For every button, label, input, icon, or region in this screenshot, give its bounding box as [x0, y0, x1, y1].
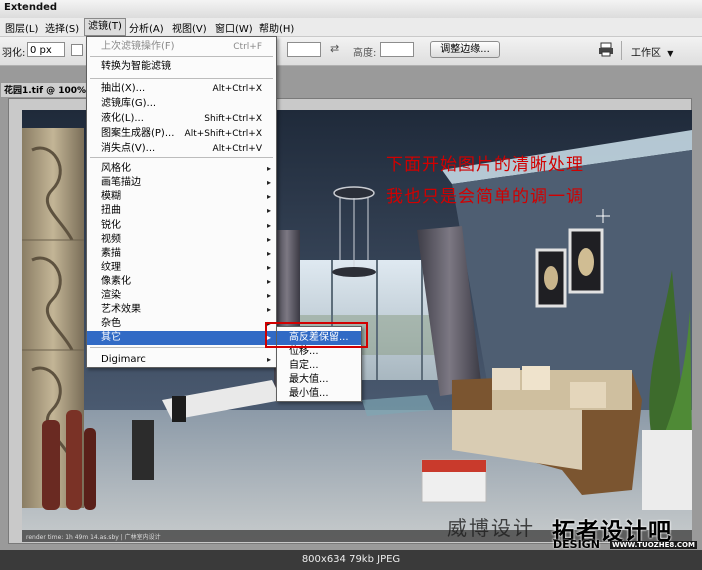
- menu-bar: 图层(L) 选择(S) 滤镜(T) 分析(A) 视图(V) 窗口(W) 帮助(H…: [0, 18, 702, 37]
- menu-separator: [90, 157, 273, 158]
- render-caption: render time: 1h 49m 14.as.sby | 广林室内设计: [26, 533, 161, 541]
- other-submenu-item[interactable]: 最大值...: [277, 373, 361, 387]
- filter-menu-item[interactable]: 扭曲 ▸: [87, 204, 276, 218]
- filter-menu-item[interactable]: 风格化 ▸: [87, 162, 276, 176]
- menu-item-label: 画笔描边: [101, 177, 141, 188]
- submenu-arrow-icon: ▸: [266, 249, 271, 258]
- menu-item-label: 杂色: [101, 318, 121, 329]
- menu-item-label: 抽出(X)...: [101, 83, 146, 94]
- filter-menu-item[interactable]: 图案生成器(P)... Alt+Shift+Ctrl+X: [87, 127, 276, 141]
- menu-item-label: 上次滤镜操作(F): [101, 41, 175, 52]
- swap-icon[interactable]: ⇄: [330, 42, 339, 55]
- menu-filter[interactable]: 滤镜(T): [84, 18, 126, 36]
- menu-help[interactable]: 帮助(H): [256, 20, 297, 35]
- chevron-down-icon: ▼: [667, 49, 674, 58]
- menu-item-shortcut: Alt+Ctrl+X: [212, 84, 262, 94]
- document-title: 花园1.tif @ 100%: [4, 86, 87, 96]
- image-info-text: 800x634 79kb JPEG: [301, 554, 401, 565]
- submenu-arrow-icon: ▸: [266, 206, 271, 215]
- submenu-arrow-icon: ▸: [266, 263, 271, 272]
- menu-item-label: 风格化: [101, 163, 131, 174]
- menu-item-label: 像素化: [101, 276, 131, 287]
- menu-item-label: 液化(L)...: [101, 113, 144, 124]
- submenu-arrow-icon: ▸: [266, 305, 271, 314]
- feather-label: 羽化:: [2, 48, 26, 59]
- printer-icon[interactable]: [598, 42, 614, 57]
- submenu-arrow-icon: ▸: [266, 164, 271, 173]
- menu-item-shortcut: Alt+Ctrl+V: [212, 144, 262, 154]
- filter-menu-item[interactable]: Digimarc ▸: [87, 353, 276, 367]
- menu-item-label: Digimarc: [101, 354, 146, 365]
- menu-item-label: 图案生成器(P)...: [101, 128, 175, 139]
- submenu-arrow-icon: ▸: [266, 235, 271, 244]
- menu-item-label: 渲染: [101, 290, 121, 301]
- menu-item-label: 模糊: [101, 191, 121, 202]
- menu-item-shortcut: Ctrl+F: [233, 42, 262, 52]
- other-submenu-item[interactable]: 自定...: [277, 359, 361, 373]
- menu-item-label: 艺术效果: [101, 304, 141, 315]
- annotation-line-1: 下面开始图片的清晰处理: [386, 155, 584, 175]
- refine-edge-button[interactable]: 调整边缘...: [430, 41, 500, 58]
- menu-item-label: 其它: [101, 332, 121, 343]
- other-submenu-item[interactable]: 最小值...: [277, 387, 361, 401]
- menu-item-label: 转换为智能滤镜: [101, 61, 171, 72]
- submenu-arrow-icon: ▸: [266, 277, 271, 286]
- menu-item-label: 素描: [101, 248, 121, 259]
- submenu-arrow-icon: ▸: [266, 192, 271, 201]
- menu-analysis[interactable]: 分析(A): [126, 20, 167, 35]
- menu-separator: [90, 78, 273, 79]
- filter-menu-item[interactable]: 艺术效果 ▸: [87, 303, 276, 317]
- filter-menu-item[interactable]: 滤镜库(G)...: [87, 97, 276, 111]
- annotation-highlight-box: [265, 322, 368, 348]
- menu-item-label: 扭曲: [101, 205, 121, 216]
- menu-select[interactable]: 选择(S): [42, 20, 82, 35]
- filter-menu-item[interactable]: 纹理 ▸: [87, 261, 276, 275]
- filter-menu-item[interactable]: 抽出(X)... Alt+Ctrl+X: [87, 82, 276, 96]
- title-bar: Extended: [0, 0, 702, 19]
- signature-watermark: 威博设计: [447, 516, 535, 540]
- menu-item-label: 锐化: [101, 220, 121, 231]
- filter-menu-item[interactable]: 转换为智能滤镜: [87, 60, 276, 74]
- window-title: Extended: [4, 2, 58, 13]
- filter-menu: 上次滤镜操作(F) Ctrl+F 转换为智能滤镜 抽出(X)... Alt+Ctrl+X…: [86, 36, 277, 368]
- menu-item-shortcut: Shift+Ctrl+X: [204, 114, 262, 124]
- filter-menu-item[interactable]: 像素化 ▸: [87, 275, 276, 289]
- submenu-arrow-icon: ▸: [266, 221, 271, 230]
- menu-window[interactable]: 窗口(W): [212, 20, 256, 35]
- image-info-bar: 800x634 79kb JPEG: [0, 550, 702, 570]
- feather-input[interactable]: 0 px: [27, 42, 65, 57]
- filter-menu-item[interactable]: 其它 ▸: [87, 331, 276, 345]
- submenu-arrow-icon: ▸: [266, 178, 271, 187]
- height-label: 高度:: [353, 48, 377, 59]
- filter-menu-item[interactable]: 视频 ▸: [87, 233, 276, 247]
- menu-item-label: 纹理: [101, 262, 121, 273]
- height-input[interactable]: [380, 42, 414, 57]
- workspace-label: 工作区: [631, 48, 661, 59]
- antialias-checkbox[interactable]: [71, 44, 83, 56]
- menu-separator: [90, 56, 273, 57]
- width-input[interactable]: [287, 42, 321, 57]
- filter-menu-item[interactable]: 素描 ▸: [87, 247, 276, 261]
- submenu-arrow-icon: ▸: [266, 291, 271, 300]
- menu-item-shortcut: Alt+Shift+Ctrl+X: [184, 129, 262, 139]
- menu-item-label: 滤镜库(G)...: [101, 98, 157, 109]
- url-watermark: WWW.TUOZHE8.COM: [610, 541, 697, 549]
- menu-separator: [90, 347, 273, 348]
- filter-menu-item[interactable]: 锐化 ▸: [87, 219, 276, 233]
- filter-menu-item[interactable]: 模糊 ▸: [87, 190, 276, 204]
- menu-item-label: 视频: [101, 234, 121, 245]
- filter-menu-item[interactable]: 杂色 ▸: [87, 317, 276, 331]
- annotation-line-2: 我也只是会简单的调一调: [386, 187, 584, 207]
- menu-item-label: 消失点(V)...: [101, 143, 156, 154]
- filter-menu-item[interactable]: 液化(L)... Shift+Ctrl+X: [87, 112, 276, 126]
- filter-menu-item[interactable]: 渲染 ▸: [87, 289, 276, 303]
- filter-menu-item[interactable]: 消失点(V)... Alt+Ctrl+V: [87, 142, 276, 156]
- toolbar-divider: [621, 41, 622, 60]
- submenu-arrow-icon: ▸: [266, 355, 271, 364]
- filter-menu-item[interactable]: 上次滤镜操作(F) Ctrl+F: [87, 40, 276, 54]
- filter-menu-item[interactable]: 画笔描边 ▸: [87, 176, 276, 190]
- workspace-menu[interactable]: 工作区 ▼: [631, 44, 673, 59]
- menu-layer[interactable]: 图层(L): [2, 20, 41, 35]
- menu-view[interactable]: 视图(V): [169, 20, 210, 35]
